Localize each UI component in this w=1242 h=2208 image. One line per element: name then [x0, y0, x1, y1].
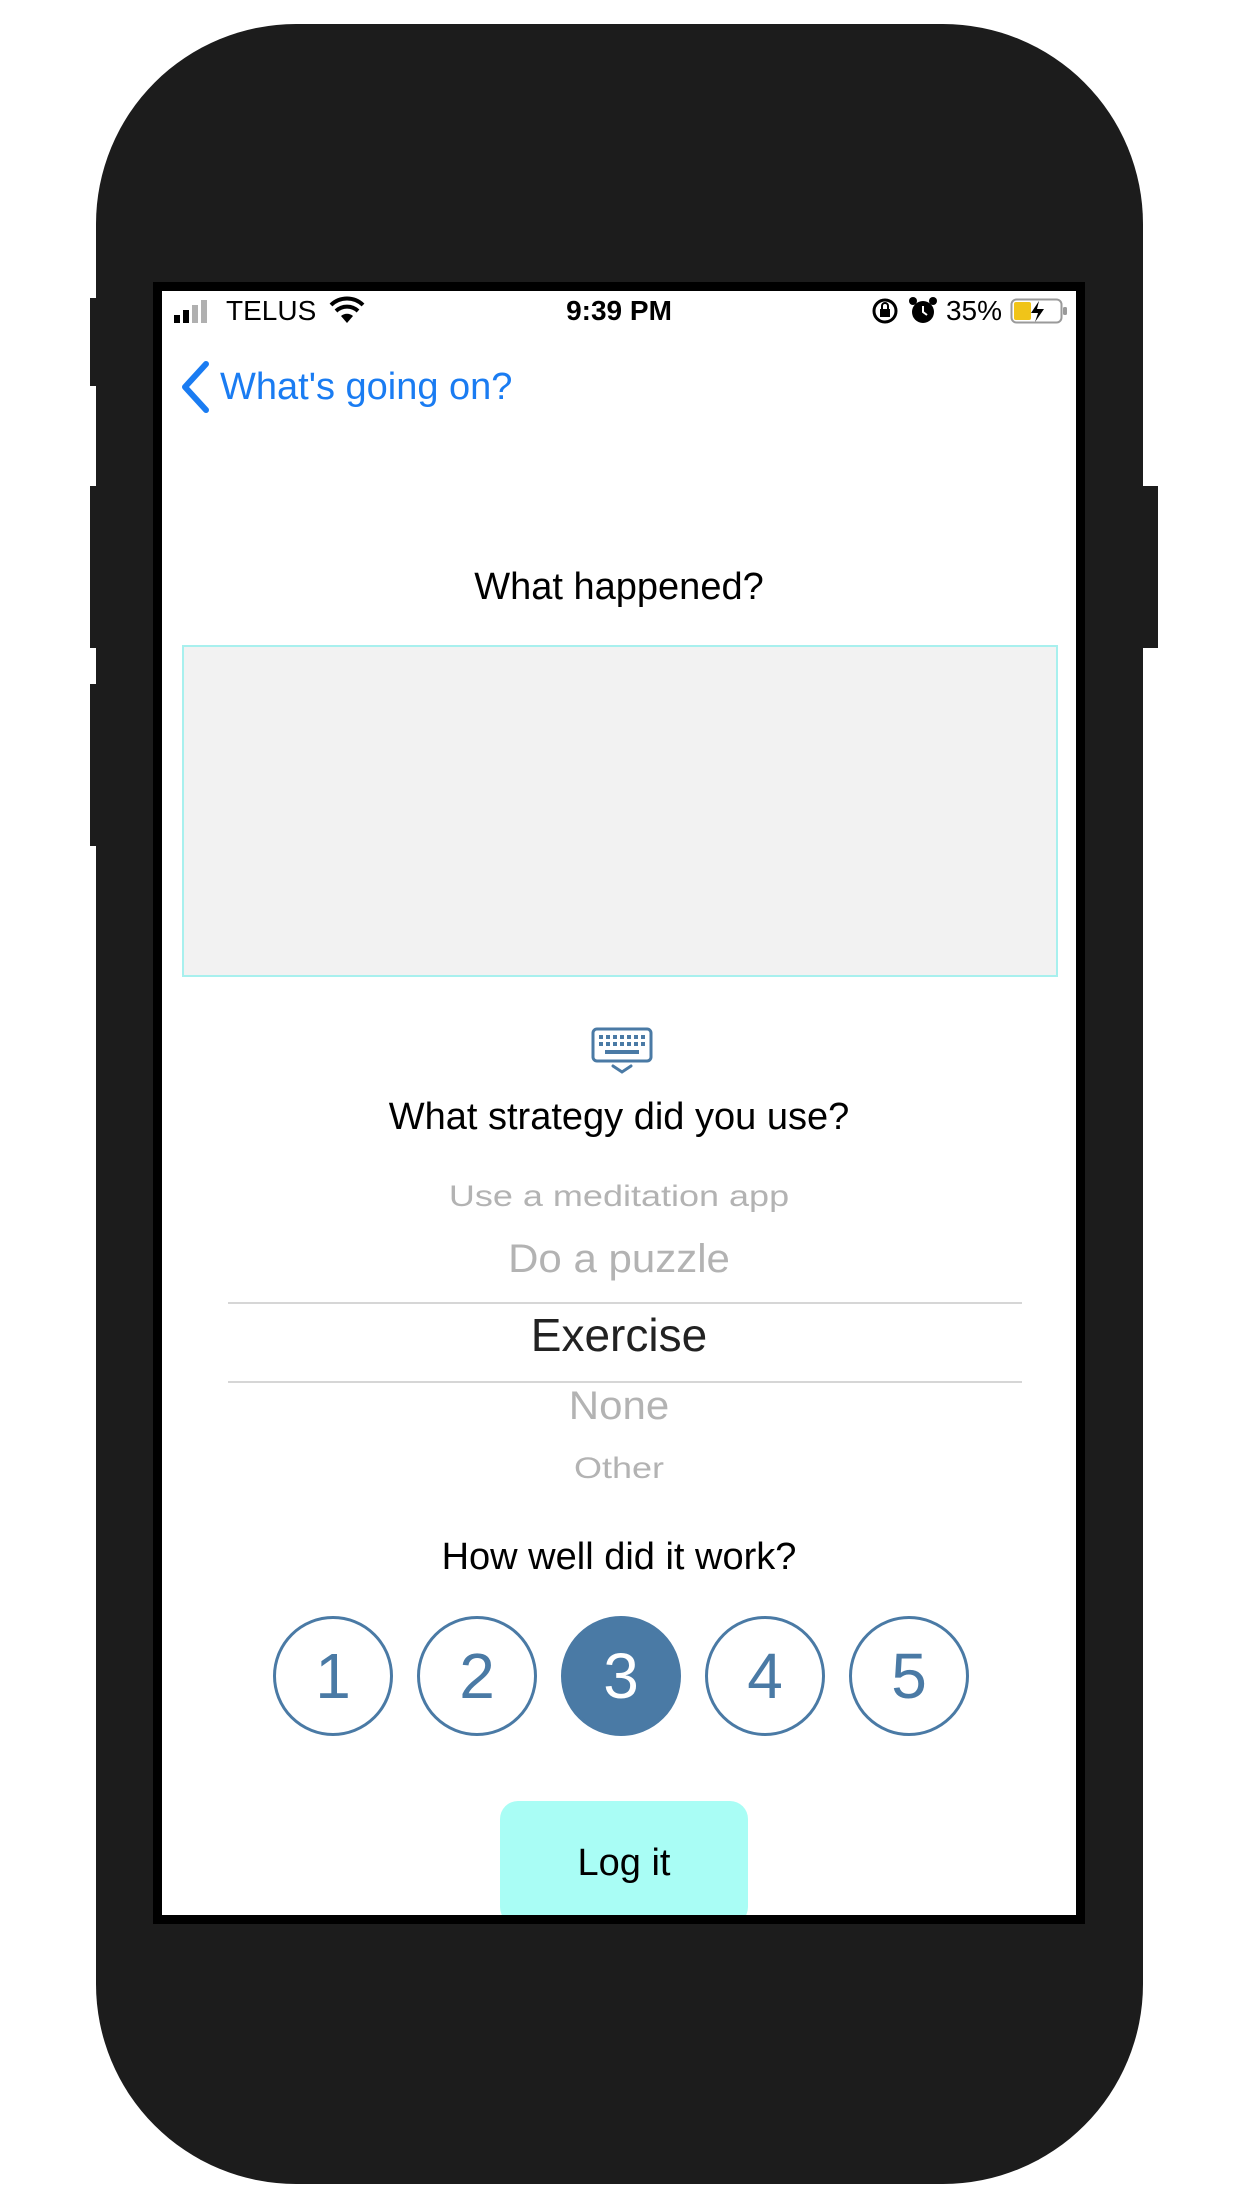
back-button[interactable]: What's going on?: [180, 357, 512, 417]
rating-option-5[interactable]: 5: [849, 1616, 969, 1736]
picker-option-puzzle[interactable]: Do a puzzle: [162, 1236, 1076, 1281]
rating-option-3-selected[interactable]: 3: [561, 1616, 681, 1736]
battery-percent: 35%: [945, 295, 1002, 326]
picker-option-none[interactable]: None: [162, 1383, 1076, 1428]
what-happened-label: What happened?: [474, 566, 764, 608]
app-screen: TELUS 9:39 PM 35% What's going on? What …: [162, 291, 1076, 1915]
orientation-lock-icon: [872, 298, 898, 324]
what-happened-textarea[interactable]: [182, 645, 1058, 977]
battery-charging-icon: [1010, 298, 1067, 324]
picker-option-other[interactable]: Other: [162, 1451, 1076, 1485]
power-button: [1136, 486, 1158, 648]
rating-label: How well did it work?: [441, 1536, 797, 1578]
picker-option-selected[interactable]: Exercise: [162, 1308, 1076, 1362]
rating-option-2[interactable]: 2: [417, 1616, 537, 1736]
rating-option-1[interactable]: 1: [273, 1616, 393, 1736]
log-it-button[interactable]: Log it: [500, 1801, 748, 1915]
picker-option-meditation[interactable]: Use a meditation app: [162, 1179, 1076, 1213]
strategy-picker[interactable]: Use a meditation app Do a puzzle Exercis…: [162, 1171, 1076, 1511]
alarm-icon: [908, 297, 937, 323]
volume-down-button: [90, 684, 104, 846]
rating-selector: 1 2 3 4 5: [162, 1616, 1076, 1742]
rating-option-4[interactable]: 4: [705, 1616, 825, 1736]
strategy-label: What strategy did you use?: [388, 1096, 850, 1138]
keyboard-dismiss-icon[interactable]: [591, 1027, 653, 1075]
chevron-left-icon: [182, 361, 209, 413]
volume-up-button: [90, 486, 104, 648]
picker-selection-line-top: [228, 1302, 1022, 1304]
status-bar: TELUS 9:39 PM 35%: [162, 291, 1076, 331]
back-button-label: What's going on?: [220, 365, 513, 408]
mute-switch: [90, 298, 104, 386]
status-right-group: 35%: [870, 293, 1070, 329]
